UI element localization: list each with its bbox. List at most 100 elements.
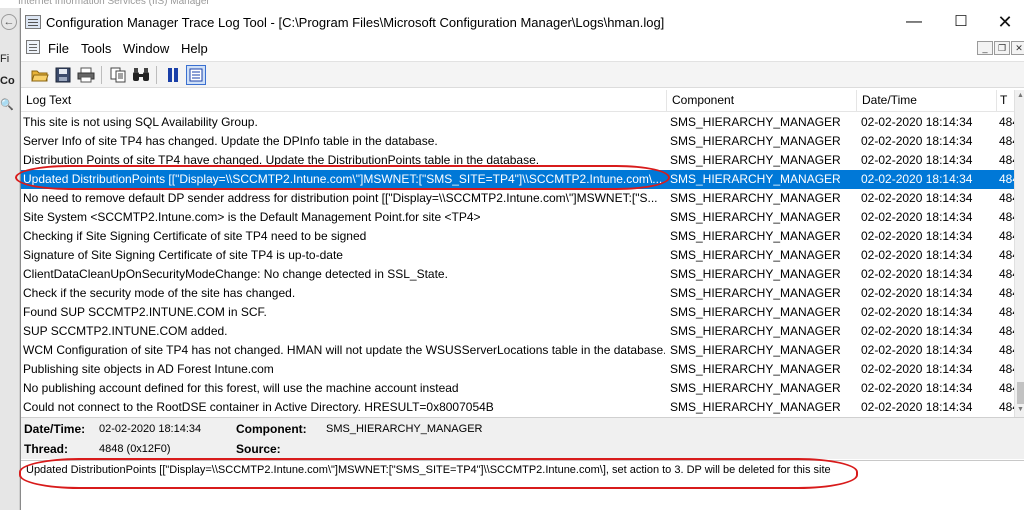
pause-icon[interactable]	[163, 65, 183, 85]
table-row[interactable]: Site System <SCCMTP2.Intune.com> is the …	[21, 208, 1014, 227]
datetime-cell: 02-02-2020 18:14:34	[861, 362, 973, 376]
datetime-value: 02-02-2020 18:14:34	[99, 423, 202, 435]
background-section-fragment: Co	[0, 75, 15, 87]
column-header-component[interactable]: Component	[667, 90, 857, 112]
log-text-cell: Publishing site objects in AD Forest Int…	[23, 362, 274, 376]
datetime-cell: 02-02-2020 18:14:34	[861, 343, 973, 357]
component-value: SMS_HIERARCHY_MANAGER	[326, 423, 483, 435]
find-icon[interactable]	[131, 65, 151, 85]
thread-cell: 484	[999, 324, 1014, 338]
scroll-up-arrow-icon[interactable]: ▲	[1017, 92, 1024, 99]
table-row[interactable]: WCM Configuration of site TP4 has not ch…	[21, 341, 1014, 360]
table-row[interactable]: Signature of Site Signing Certificate of…	[21, 246, 1014, 265]
thread-cell: 484	[999, 400, 1014, 414]
table-row[interactable]: Found SUP SCCMTP2.INTUNE.COM in SCF. SMS_…	[21, 303, 1014, 322]
app-log-icon	[25, 15, 41, 29]
log-text-cell: Could not connect to the RootDSE contain…	[23, 400, 494, 414]
vertical-scrollbar[interactable]: ▲ ▼	[1014, 90, 1024, 417]
thread-cell: 484	[999, 115, 1014, 129]
log-text-cell: No publishing account defined for this f…	[23, 381, 459, 395]
thread-cell: 484	[999, 210, 1014, 224]
datetime-cell: 02-02-2020 18:14:34	[861, 400, 973, 414]
background-window-title: Internet Information Services (IIS) Mana…	[0, 0, 1024, 8]
column-header-thread[interactable]: T	[997, 90, 1014, 112]
datetime-cell: 02-02-2020 18:14:34	[861, 210, 973, 224]
component-cell: SMS_HIERARCHY_MANAGER	[670, 400, 841, 414]
copy-icon[interactable]	[108, 65, 128, 85]
table-row[interactable]: Checking if Site Signing Certificate of …	[21, 227, 1014, 246]
title-bar: Configuration Manager Trace Log Tool - […	[21, 8, 1024, 36]
print-icon[interactable]	[76, 65, 96, 85]
menu-file[interactable]: File	[48, 41, 69, 56]
component-cell: SMS_HIERARCHY_MANAGER	[670, 305, 841, 319]
column-header: Log Text Component Date/Time T	[21, 90, 1024, 112]
thread-cell: 484	[999, 362, 1014, 376]
datetime-cell: 02-02-2020 18:14:34	[861, 381, 973, 395]
maximize-button[interactable]: ☐	[939, 10, 983, 34]
child-restore-button[interactable]: ❐	[994, 41, 1010, 55]
save-icon[interactable]	[53, 65, 73, 85]
thread-cell: 484	[999, 134, 1014, 148]
table-row[interactable]: Distribution Points of site TP4 have cha…	[21, 151, 1014, 170]
fixed-font-icon[interactable]	[186, 65, 206, 85]
log-rows: This site is not using SQL Availability …	[21, 113, 1014, 417]
thread-value: 4848 (0x12F0)	[99, 443, 171, 455]
component-cell: SMS_HIERARCHY_MANAGER	[670, 210, 841, 224]
datetime-cell: 02-02-2020 18:14:34	[861, 115, 973, 129]
component-cell: SMS_HIERARCHY_MANAGER	[670, 191, 841, 205]
table-row-selected[interactable]: Updated DistributionPoints [["Display=\\…	[21, 170, 1014, 189]
table-row[interactable]: Publishing site objects in AD Forest Int…	[21, 360, 1014, 379]
log-text-cell: This site is not using SQL Availability …	[23, 115, 258, 129]
thread-cell: 484	[999, 381, 1014, 395]
background-search-icon: 🔍	[0, 99, 14, 111]
menu-help[interactable]: Help	[181, 41, 208, 56]
component-cell: SMS_HIERARCHY_MANAGER	[670, 134, 841, 148]
scroll-thumb[interactable]	[1017, 382, 1024, 404]
trace-log-window: Configuration Manager Trace Log Tool - […	[20, 8, 1024, 510]
back-arrow-icon[interactable]: ←	[1, 14, 17, 30]
table-row[interactable]: ClientDataCleanUpOnSecurityModeChange: N…	[21, 265, 1014, 284]
column-header-log-text[interactable]: Log Text	[21, 90, 667, 112]
toolbar	[21, 61, 1024, 88]
thread-cell: 484	[999, 172, 1014, 186]
open-folder-icon[interactable]	[30, 65, 50, 85]
table-row[interactable]: Check if the security mode of the site h…	[21, 284, 1014, 303]
datetime-cell: 02-02-2020 18:14:34	[861, 191, 973, 205]
table-row[interactable]: No publishing account defined for this f…	[21, 379, 1014, 398]
menu-bar: File Tools Window Help _ ❐ ✕	[21, 37, 1024, 59]
menu-window[interactable]: Window	[123, 41, 169, 56]
log-text-cell: ClientDataCleanUpOnSecurityModeChange: N…	[23, 267, 448, 281]
column-header-datetime[interactable]: Date/Time	[857, 90, 997, 112]
datetime-label: Date/Time:	[24, 422, 86, 436]
thread-cell: 484	[999, 191, 1014, 205]
child-close-button[interactable]: ✕	[1011, 41, 1024, 55]
thread-cell: 484	[999, 229, 1014, 243]
message-pane[interactable]: Updated DistributionPoints [["Display=\\…	[21, 460, 1024, 510]
table-row[interactable]: Could not connect to the RootDSE contain…	[21, 398, 1014, 417]
minimize-button[interactable]: —	[892, 10, 936, 34]
component-cell: SMS_HIERARCHY_MANAGER	[670, 324, 841, 338]
thread-cell: 484	[999, 305, 1014, 319]
thread-cell: 484	[999, 248, 1014, 262]
scroll-down-arrow-icon[interactable]: ▼	[1017, 406, 1024, 413]
table-row[interactable]: Server Info of site TP4 has changed. Upd…	[21, 132, 1014, 151]
thread-label: Thread:	[24, 442, 69, 456]
table-row[interactable]: This site is not using SQL Availability …	[21, 113, 1014, 132]
menu-tools[interactable]: Tools	[81, 41, 111, 56]
datetime-cell: 02-02-2020 18:14:34	[861, 286, 973, 300]
toolbar-separator	[101, 66, 102, 84]
table-row[interactable]: SUP SCCMTP2.INTUNE.COM added. SMS_HIERARC…	[21, 322, 1014, 341]
close-button[interactable]: ✕	[983, 10, 1024, 34]
log-text-cell: Site System <SCCMTP2.Intune.com> is the …	[23, 210, 481, 224]
document-icon[interactable]	[26, 40, 40, 54]
component-cell: SMS_HIERARCHY_MANAGER	[670, 153, 841, 167]
log-text-cell: Check if the security mode of the site h…	[23, 286, 296, 300]
background-menu-fragment: Fi	[0, 53, 10, 65]
component-label: Component:	[236, 422, 307, 436]
details-pane: Date/Time: 02-02-2020 18:14:34 Component…	[21, 417, 1024, 459]
child-minimize-button[interactable]: _	[977, 41, 993, 55]
log-text-cell: Distribution Points of site TP4 have cha…	[23, 153, 540, 167]
datetime-cell: 02-02-2020 18:14:34	[861, 267, 973, 281]
table-row[interactable]: No need to remove default DP sender addr…	[21, 189, 1014, 208]
datetime-cell: 02-02-2020 18:14:34	[861, 248, 973, 262]
